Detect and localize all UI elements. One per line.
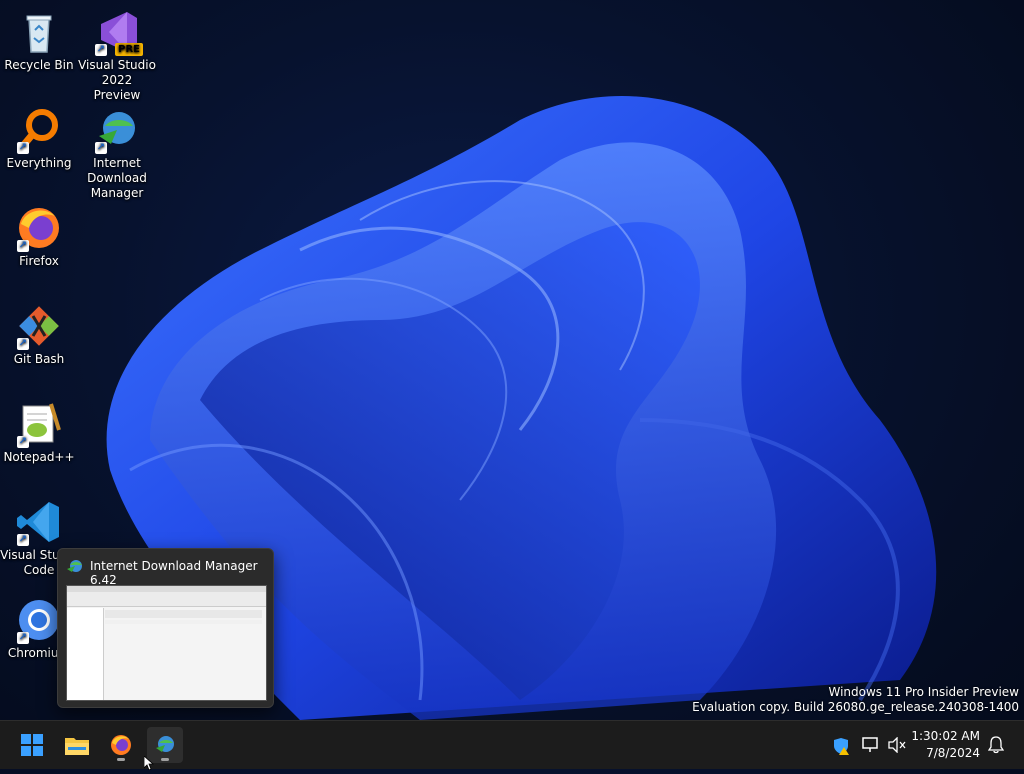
taskbar-firefox[interactable] — [103, 727, 139, 763]
idm-icon — [66, 558, 84, 574]
git-bash-icon: ↗ — [15, 302, 63, 350]
desktop-icon-label: Visual Studio 2022 Preview — [78, 58, 156, 102]
file-explorer-icon — [65, 735, 89, 759]
taskbar-file-explorer[interactable] — [59, 727, 95, 763]
thumbnail-title: Internet Download Manager 6.42 — [90, 559, 258, 587]
desktop-icon-git-bash[interactable]: ↗ Git Bash — [0, 302, 78, 367]
volume-muted-icon[interactable] — [888, 736, 906, 757]
desktop-icon-label: Everything — [6, 156, 72, 170]
shortcut-arrow-icon: ↗ — [17, 240, 29, 252]
vscode-icon: ↗ — [15, 498, 63, 546]
desktop-icon-label: Firefox — [19, 254, 59, 268]
mouse-cursor-icon — [143, 755, 155, 774]
watermark-edition: Windows 11 Pro Insider Preview — [828, 685, 1019, 699]
watermark-build: Evaluation copy. Build 26080.ge_release.… — [692, 700, 1019, 714]
desktop-icon-idm[interactable]: ↗ Internet Download Manager — [78, 106, 156, 201]
start-button[interactable] — [14, 727, 50, 763]
security-shield-icon[interactable] — [832, 737, 850, 759]
desktop-icon-label: Git Bash — [13, 352, 65, 366]
clock-date[interactable]: 7/8/2024 — [906, 746, 980, 760]
firefox-icon — [109, 733, 133, 761]
shortcut-arrow-icon: ↗ — [17, 142, 29, 154]
preview-toolbar — [67, 592, 266, 607]
desktop-icon-everything[interactable]: ↗ Everything — [0, 106, 78, 171]
desktop-icon-visual-studio-preview[interactable]: PRE ↗ Visual Studio 2022 Preview — [78, 8, 156, 103]
visual-studio-preview-icon: PRE ↗ — [93, 8, 143, 56]
desktop-icon-label: Internet Download Manager — [87, 156, 147, 200]
recycle-bin-icon — [15, 8, 63, 56]
chromium-icon: ↗ — [15, 596, 63, 644]
notepad-plus-plus-icon: ↗ — [15, 400, 63, 448]
clock-time[interactable]: 1:30:02 AM — [906, 729, 980, 743]
desktop-icon-label: Notepad++ — [3, 450, 75, 464]
desktop-icon-firefox[interactable]: ↗ Firefox — [0, 204, 78, 269]
preview-row — [105, 620, 262, 624]
firefox-icon: ↗ — [15, 204, 63, 252]
shortcut-arrow-icon: ↗ — [17, 338, 29, 350]
shortcut-arrow-icon: ↗ — [17, 436, 29, 448]
network-icon[interactable] — [862, 737, 880, 757]
notification-bell-icon[interactable] — [987, 736, 1005, 758]
preview-header-row — [105, 610, 262, 618]
thumbnail-window-preview[interactable] — [66, 585, 267, 701]
desktop-icon-recycle-bin[interactable]: Recycle Bin — [0, 8, 78, 73]
preview-sidebar — [67, 608, 104, 700]
idm-icon: ↗ — [93, 106, 141, 154]
running-indicator — [161, 758, 169, 761]
desktop-icon-label: Recycle Bin — [4, 58, 74, 72]
shortcut-arrow-icon: ↗ — [95, 44, 107, 56]
taskbar: 1:30:02 AM 7/8/2024 — [0, 720, 1024, 771]
preview-badge: PRE — [115, 43, 143, 56]
shortcut-arrow-icon: ↗ — [17, 534, 29, 546]
windows-start-icon — [21, 734, 43, 760]
desktop-icon-notepad-plus-plus[interactable]: ↗ Notepad++ — [0, 400, 78, 465]
taskbar-thumbnail-preview[interactable]: Internet Download Manager 6.42 — [57, 548, 274, 708]
everything-search-icon: ↗ — [15, 106, 63, 154]
shortcut-arrow-icon: ↗ — [17, 632, 29, 644]
idm-icon — [152, 733, 178, 761]
shortcut-arrow-icon: ↗ — [95, 142, 107, 154]
running-indicator — [117, 758, 125, 761]
